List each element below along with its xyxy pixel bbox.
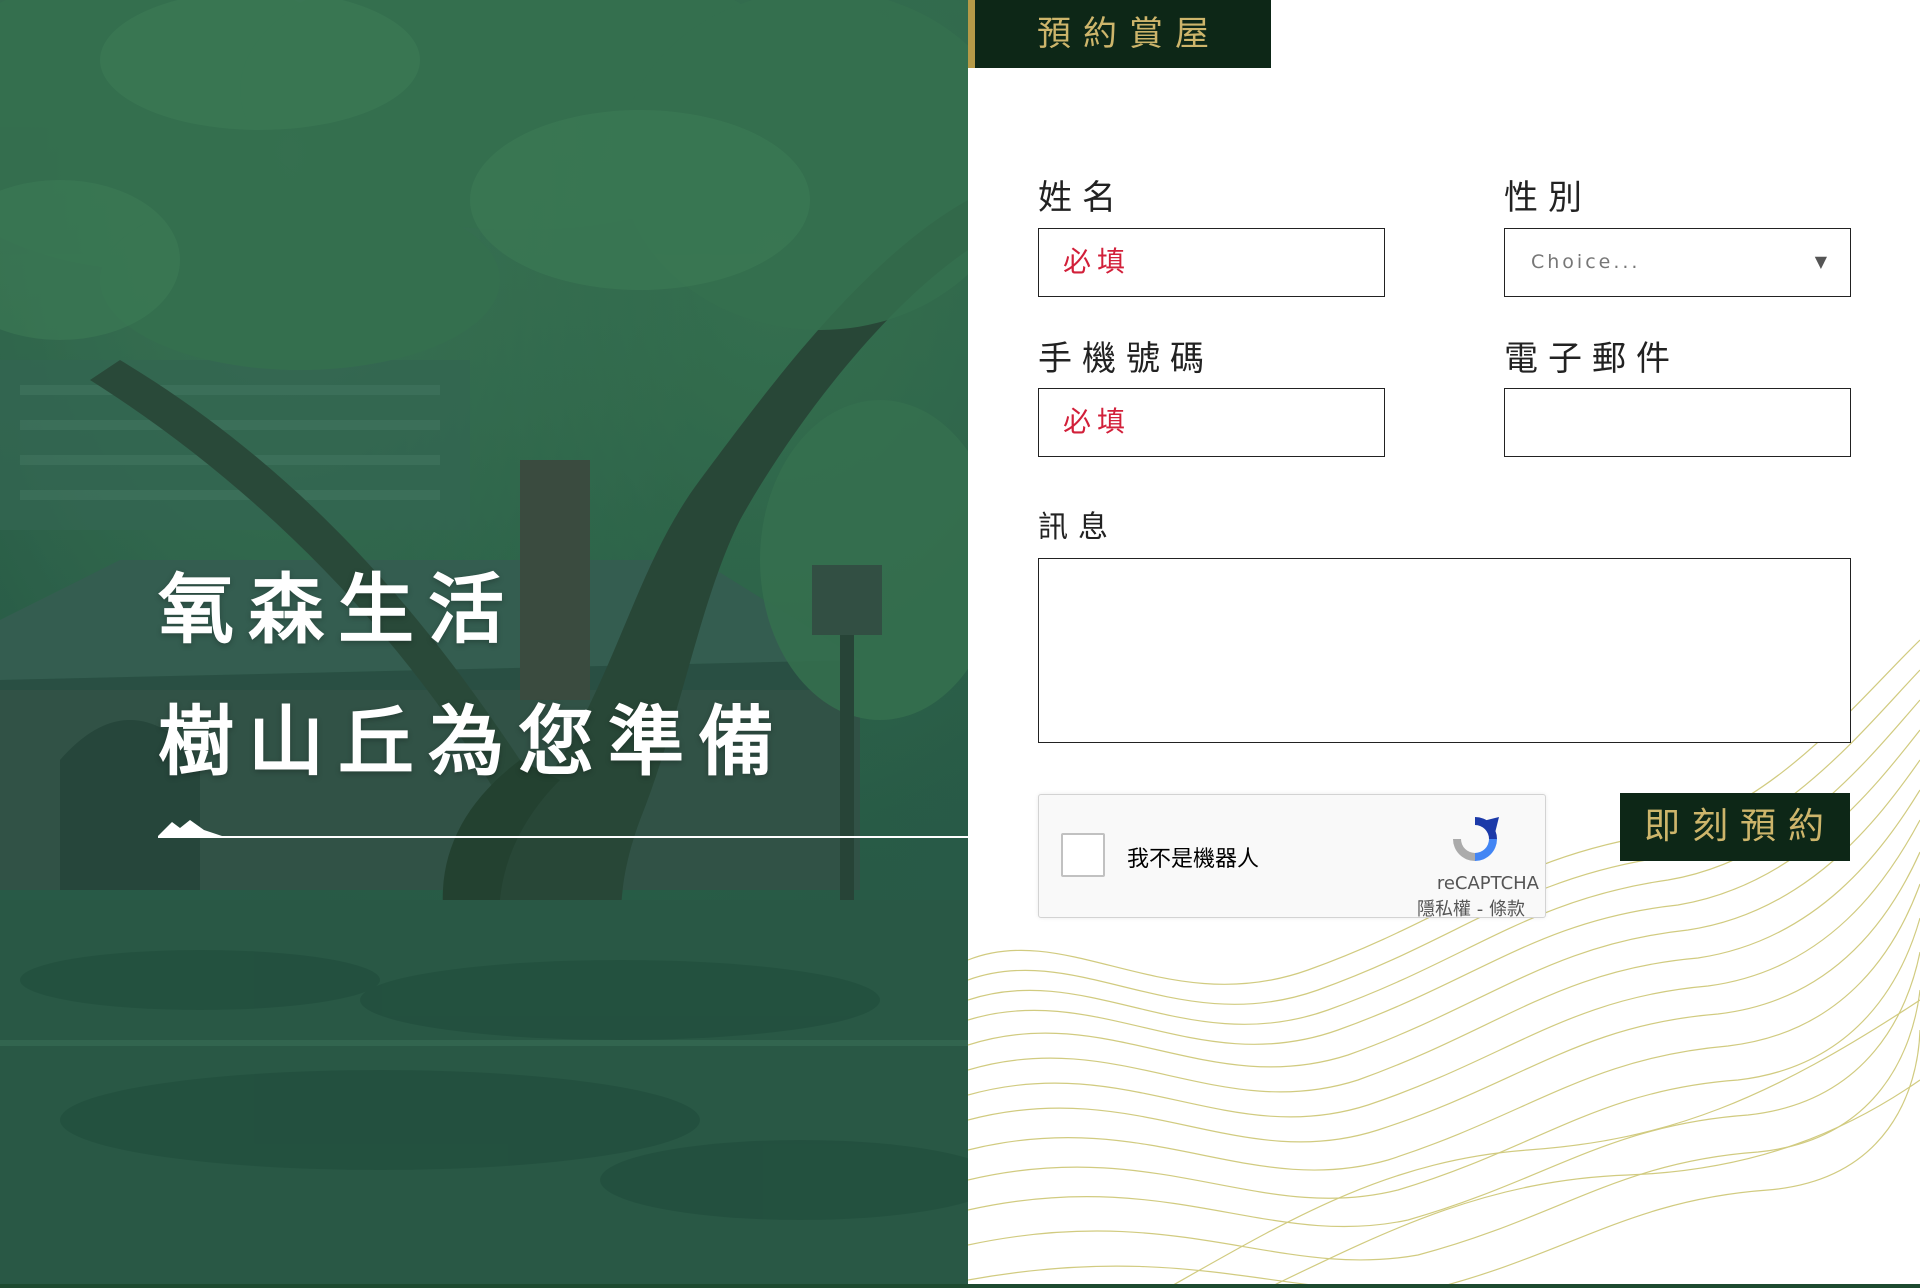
hero-divider-line [158,836,968,838]
email-input[interactable] [1504,388,1851,457]
submit-reservation-button[interactable]: 即刻預約 [1620,793,1850,861]
bottom-border [0,1284,1920,1288]
hero-title-line1: 氧森生活 [158,565,518,654]
phone-input[interactable]: 必填 [1038,388,1385,457]
recaptcha-checkbox[interactable] [1061,833,1105,877]
phone-label: 手機號碼 [1038,339,1214,379]
reservation-form-panel: 預約賞屋 姓名 必填 性別 Choice... ▼ 手機號碼 必填 電子郵件 訊… [968,0,1920,1288]
name-label: 姓名 [1038,178,1126,218]
gender-label: 性別 [1504,178,1592,218]
hero-title-line2: 樹山丘為您準備 [158,697,788,786]
mountain-icon [158,820,222,836]
gender-select[interactable]: Choice... ▼ [1504,228,1851,297]
reservation-tab-header: 預約賞屋 [968,0,1271,68]
recaptcha-icon [1453,817,1499,861]
recaptcha-terms-link[interactable]: 隱私權 - 條款 [1417,895,1525,921]
email-label: 電子郵件 [1504,339,1680,379]
hero-panel: 氧森生活 樹山丘為您準備 [0,0,968,1288]
recaptcha-widget: 我不是機器人 reCAPTCHA 隱私權 - 條款 [1038,794,1546,921]
recaptcha-brand: reCAPTCHA [1436,873,1539,894]
message-label: 訊息 [1038,510,1118,545]
message-textarea[interactable] [1038,558,1851,743]
recaptcha-label: 我不是機器人 [1127,847,1260,872]
chevron-down-icon: ▼ [1814,252,1830,271]
name-input[interactable]: 必填 [1038,228,1385,297]
gender-select-value: Choice... [1531,251,1641,273]
